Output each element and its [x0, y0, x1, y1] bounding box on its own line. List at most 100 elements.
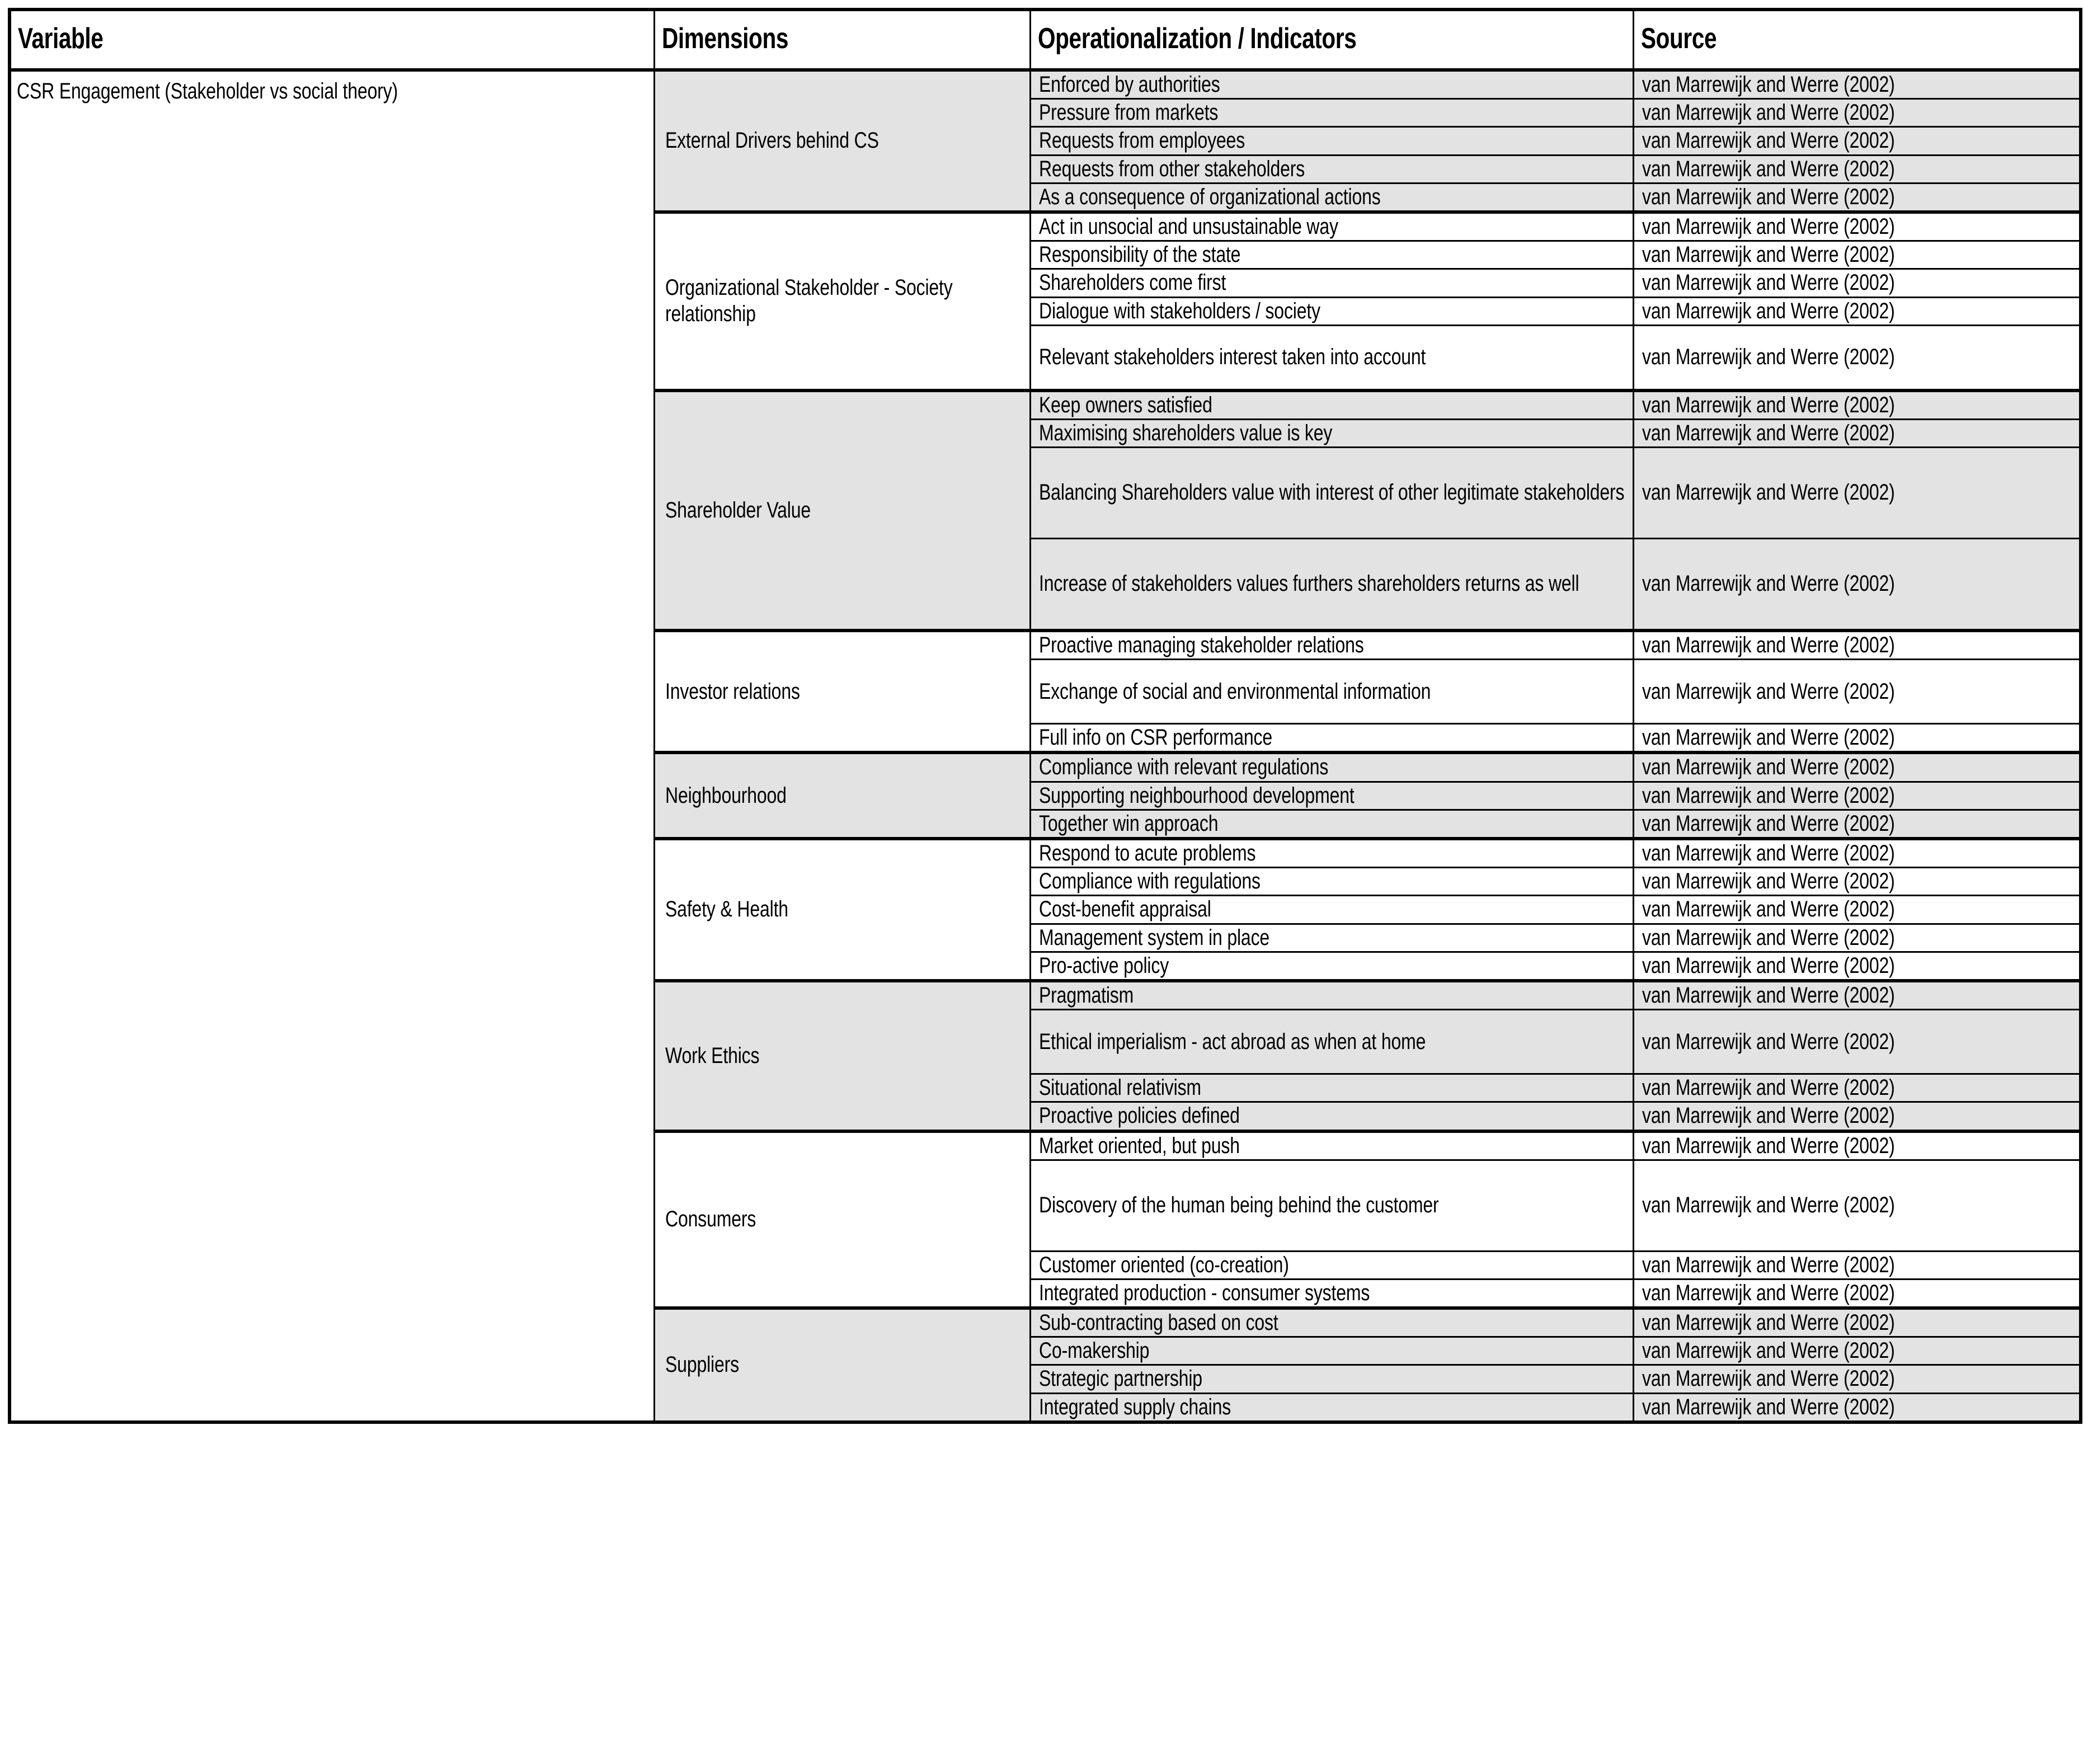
indicator-label: Pragmatism [1038, 982, 1134, 1008]
source-cell: van Marrewijk and Werre (2002) [1632, 951, 2082, 982]
indicator-label: Together win approach [1038, 811, 1219, 836]
indicator-cell: Balancing Shareholders value with intere… [1029, 446, 1634, 540]
indicator-label: Full info on CSR performance [1038, 725, 1272, 750]
source-cell: van Marrewijk and Werre (2002) [1632, 98, 2082, 128]
source-cell: van Marrewijk and Werre (2002) [1632, 388, 2082, 420]
indicator-cell: Shareholders come first [1029, 268, 1634, 298]
source-label: van Marrewijk and Werre (2002) [1642, 679, 1895, 704]
indicator-cell: Enforced by authorities [1029, 68, 1634, 100]
indicator-cell: Co-makership [1029, 1336, 1634, 1366]
indicator-label: Management system in place [1038, 925, 1269, 950]
dimension-cell: External Drivers behind CS [653, 68, 1031, 213]
indicator-label: Dialogue with stakeholders / society [1038, 298, 1320, 323]
indicator-cell: Situational relativism [1029, 1073, 1634, 1103]
indicator-label: Customer oriented (co-creation) [1038, 1252, 1289, 1277]
indicator-label: Market oriented, but push [1038, 1133, 1240, 1158]
indicator-label: Proactive managing stakeholder relations [1038, 633, 1364, 658]
dimension-label: Shareholder Value [665, 497, 811, 523]
source-label: van Marrewijk and Werre (2002) [1642, 1029, 1895, 1054]
source-cell: van Marrewijk and Werre (2002) [1632, 629, 2082, 661]
source-cell: van Marrewijk and Werre (2002) [1632, 210, 2082, 242]
dimension-label: Neighbourhood [665, 783, 787, 808]
source-label: van Marrewijk and Werre (2002) [1642, 214, 1895, 239]
source-label: van Marrewijk and Werre (2002) [1642, 72, 1895, 97]
source-cell: van Marrewijk and Werre (2002) [1632, 1159, 2082, 1252]
source-cell: van Marrewijk and Werre (2002) [1632, 895, 2082, 925]
source-label: van Marrewijk and Werre (2002) [1642, 1366, 1895, 1391]
source-label: van Marrewijk and Werre (2002) [1642, 841, 1895, 865]
source-label: van Marrewijk and Werre (2002) [1642, 480, 1895, 505]
source-cell: van Marrewijk and Werre (2002) [1632, 1129, 2082, 1161]
dimension-cell: Suppliers [653, 1306, 1031, 1423]
column-header-dimensions: Dimensions [653, 8, 1031, 72]
source-cell: van Marrewijk and Werre (2002) [1632, 1278, 2082, 1309]
source-cell: van Marrewijk and Werre (2002) [1632, 1336, 2082, 1366]
source-label: van Marrewijk and Werre (2002) [1642, 270, 1895, 295]
indicator-label: Cost-benefit appraisal [1038, 897, 1211, 922]
source-cell: van Marrewijk and Werre (2002) [1632, 751, 2082, 783]
indicator-cell: Keep owners satisfied [1029, 388, 1634, 420]
source-label: van Marrewijk and Werre (2002) [1642, 420, 1895, 445]
indicator-label: Keep owners satisfied [1038, 392, 1212, 417]
indicator-label: Requests from employees [1038, 128, 1245, 153]
column-header-variable-label: Variable [18, 22, 104, 55]
source-label: van Marrewijk and Werre (2002) [1642, 1103, 1895, 1128]
source-label: van Marrewijk and Werre (2002) [1642, 755, 1895, 780]
indicator-label: Proactive policies defined [1038, 1103, 1240, 1128]
source-label: van Marrewijk and Werre (2002) [1642, 128, 1895, 153]
indicator-cell: Full info on CSR performance [1029, 723, 1634, 754]
indicator-cell: Integrated production - consumer systems [1029, 1278, 1634, 1309]
column-header-dimensions-label: Dimensions [661, 22, 788, 55]
indicator-cell: Cost-benefit appraisal [1029, 895, 1634, 925]
source-cell: van Marrewijk and Werre (2002) [1632, 808, 2082, 840]
source-label: van Marrewijk and Werre (2002) [1642, 1338, 1895, 1363]
indicator-label: Exchange of social and environmental inf… [1038, 679, 1431, 704]
source-cell: van Marrewijk and Werre (2002) [1632, 723, 2082, 754]
source-cell: van Marrewijk and Werre (2002) [1632, 446, 2082, 540]
indicator-cell: Customer oriented (co-creation) [1029, 1250, 1634, 1280]
source-label: van Marrewijk and Werre (2002) [1642, 1075, 1895, 1100]
source-cell: van Marrewijk and Werre (2002) [1632, 658, 2082, 725]
source-cell: van Marrewijk and Werre (2002) [1632, 837, 2082, 869]
dimension-label: Investor relations [665, 679, 800, 704]
indicator-label: Maximising shareholders value is key [1038, 420, 1332, 445]
dimension-label: External Drivers behind CS [665, 128, 879, 153]
table-head: Variable Dimensions Operationalization /… [8, 8, 2082, 72]
source-label: van Marrewijk and Werre (2002) [1642, 953, 1895, 978]
dimension-cell: Work Ethics [653, 979, 1031, 1132]
source-label: van Marrewijk and Werre (2002) [1642, 1310, 1895, 1335]
dimension-label: Consumers [665, 1207, 756, 1232]
indicator-label: As a consequence of organizational actio… [1038, 184, 1381, 209]
indicator-cell: Discovery of the human being behind the … [1029, 1159, 1634, 1252]
source-label: van Marrewijk and Werre (2002) [1642, 345, 1895, 370]
table-row: CSR Engagement (Stakeholder vs social th… [8, 68, 2082, 1423]
indicator-cell: Requests from other stakeholders [1029, 154, 1634, 184]
indicator-label: Act in unsocial and unsustainable way [1038, 214, 1338, 239]
source-cell: van Marrewijk and Werre (2002) [1632, 1250, 2082, 1280]
indicator-cell: Dialogue with stakeholders / society [1029, 296, 1634, 326]
source-cell: van Marrewijk and Werre (2002) [1632, 1306, 2082, 1338]
indicator-cell: Integrated supply chains [1029, 1392, 1634, 1423]
source-label: van Marrewijk and Werre (2002) [1642, 298, 1895, 323]
indicator-label: Discovery of the human being behind the … [1038, 1193, 1439, 1218]
source-label: van Marrewijk and Werre (2002) [1642, 571, 1895, 596]
csr-engagement-table: Variable Dimensions Operationalization /… [8, 8, 2082, 1424]
source-cell: van Marrewijk and Werre (2002) [1632, 182, 2082, 213]
indicator-cell: Respond to acute problems [1029, 837, 1634, 869]
indicator-label: Situational relativism [1038, 1075, 1201, 1100]
source-cell: van Marrewijk and Werre (2002) [1632, 1364, 2082, 1394]
indicator-label: Compliance with relevant regulations [1038, 755, 1328, 780]
source-cell: van Marrewijk and Werre (2002) [1632, 154, 2082, 184]
variable-cell: CSR Engagement (Stakeholder vs social th… [8, 69, 655, 1423]
source-cell: van Marrewijk and Werre (2002) [1632, 1101, 2082, 1132]
indicator-cell: Supporting neighbourhood development [1029, 780, 1634, 811]
dimension-label: Suppliers [665, 1352, 739, 1377]
indicator-cell: Pro-active policy [1029, 951, 1634, 982]
dimension-cell: Neighbourhood [653, 751, 1031, 840]
dimension-cell: Safety & Health [653, 837, 1031, 982]
indicator-cell: Proactive policies defined [1029, 1101, 1634, 1132]
indicator-label: Respond to acute problems [1038, 841, 1256, 865]
indicator-label: Integrated production - consumer systems [1038, 1280, 1370, 1305]
indicator-label: Enforced by authorities [1038, 72, 1220, 97]
indicator-cell: Act in unsocial and unsustainable way [1029, 210, 1634, 242]
